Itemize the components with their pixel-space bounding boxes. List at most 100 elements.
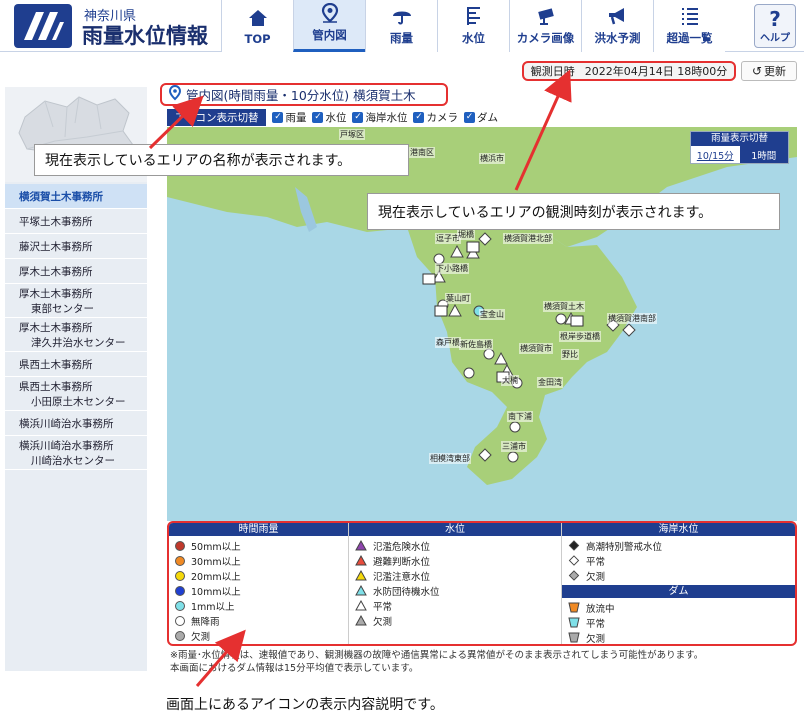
legend-row-label: 高潮特別警戒水位 (586, 541, 663, 553)
nav-exceed-list[interactable]: 超過一覧 (653, 0, 725, 52)
toggle-dam-label: ダム (476, 111, 498, 124)
main-nav: TOP 管内図 雨量 水位 カメラ画像 洪水予測 超過一覧 (221, 0, 725, 52)
nav-rain[interactable]: 雨量 (365, 0, 437, 52)
legend-row: 氾濫注意水位 (349, 568, 561, 583)
sidebar-item-office[interactable]: 厚木土木事務所 津久井治水センター (5, 318, 147, 352)
camera-marker[interactable] (570, 315, 584, 327)
nav-flood-forecast[interactable]: 洪水予測 (581, 0, 653, 52)
map-place-label: 野比 (561, 349, 579, 360)
sidebar-item-label: 小田原土木センター (31, 395, 126, 408)
observation-datetime: 2022年04月14日 18時00分 (584, 65, 728, 78)
nav-water-level-label: 水位 (462, 31, 485, 45)
water-level-marker-icon (355, 570, 367, 581)
map-place-label: 大楠 (501, 375, 519, 386)
rain-gauge-marker[interactable] (507, 451, 519, 463)
map-place-label: 横須賀土木 (543, 301, 585, 312)
app-root: 神奈川県 雨量水位情報 TOP 管内図 雨量 水位 カメラ画像 洪水予測 超過一… (0, 0, 804, 719)
sidebar-item-office[interactable]: 平塚土木事務所 (5, 209, 147, 234)
map-place-label: 横浜市 (479, 153, 505, 164)
area-title-box: 管内図(時間雨量・10分水位) 横須賀土木 (160, 83, 448, 106)
sidebar-item-office[interactable]: 横須賀土木事務所 (5, 184, 147, 209)
prefecture-logo[interactable] (14, 4, 72, 48)
rain-gauge-marker[interactable] (483, 348, 495, 360)
map-place-label: 葉山町 (445, 293, 471, 304)
map-place-label: 金田湾 (537, 377, 563, 388)
refresh-button[interactable]: ↺ 更新 (741, 61, 797, 81)
legend-row: 欠測 (562, 568, 795, 583)
sidebar-item-office[interactable]: 県西土木事務所 (5, 352, 147, 377)
nav-top[interactable]: TOP (221, 0, 293, 52)
sidebar-item-label: 川崎治水センター (31, 454, 115, 467)
map-place-label: 宝金山 (479, 309, 505, 320)
toggle-rain[interactable]: ✓ 雨量 (272, 110, 306, 125)
legend-row: 高潮特別警戒水位 (562, 538, 795, 553)
rain-marker-icon (175, 585, 185, 596)
nav-camera[interactable]: カメラ画像 (509, 0, 581, 52)
sidebar-item-office[interactable]: 県西土木事務所小田原土木センター (5, 377, 147, 411)
rain-gauge-marker[interactable] (509, 421, 521, 433)
toggle-camera-label: カメラ (426, 111, 458, 124)
legend-coast-title: 海岸水位 (562, 523, 795, 536)
callout-area-name: 現在表示しているエリアの名称が表示されます。 (34, 144, 409, 176)
observation-label: 観測日時 (530, 65, 575, 78)
notes: ※雨量･水位情報は、速報値であり、観測機器の故障や通信異常による異常値がそのまま… (170, 649, 703, 675)
legend-row: 30mm以上 (169, 553, 348, 568)
camera-marker[interactable] (422, 273, 436, 285)
toggle-coast-label: 海岸水位 (365, 111, 408, 124)
sidebar-item-office[interactable]: 厚木土木事務所 東部センター (5, 284, 147, 318)
legend-rain-title: 時間雨量 (169, 523, 348, 536)
site-title[interactable]: 雨量水位情報 (82, 20, 208, 50)
legend-row-label: 平常 (586, 556, 606, 568)
camera-marker[interactable] (466, 241, 480, 253)
map-legend: 時間雨量 50mm以上 30mm以上 20mm以上 10mm以上 1mm以上 無降雨 欠測 … (167, 521, 797, 646)
rain-gauge-marker[interactable] (555, 313, 567, 325)
legend-row: 水防団待機水位 (349, 583, 561, 598)
legend-dam-title: ダム (562, 585, 795, 598)
map-place-label: 森戸橋 (435, 337, 461, 348)
rain-option-1hour[interactable]: 1時間 (739, 146, 788, 163)
legend-row-label: 30mm以上 (191, 556, 241, 568)
sidebar-item-office[interactable]: 藤沢土木事務所 (5, 234, 147, 259)
sidebar-item-office[interactable]: 厚木土木事務所 (5, 259, 147, 284)
rain-gauge-marker[interactable] (463, 367, 475, 379)
sidebar-item-office[interactable]: 横浜川崎治水事務所川崎治水センター (5, 436, 147, 470)
sidebar-item-label: 県西土木事務所 (19, 380, 93, 393)
sidebar-item-label: 横浜川崎治水事務所 (19, 439, 114, 452)
icon-toggle-bar: アイコン表示切替 ✓ 雨量 ✓ 水位 ✓ 海岸水位 ✓ カメラ ✓ ダム (167, 108, 797, 126)
legend-row-label: 欠測 (586, 633, 606, 645)
camera-icon (535, 5, 557, 27)
nav-flood-forecast-label: 洪水予測 (594, 31, 641, 45)
list-icon (679, 5, 701, 27)
legend-row-label: 水防団待機水位 (373, 586, 440, 598)
map-place-label: 港南区 (409, 147, 435, 158)
sidebar-item-label: 厚木土木事務所 (19, 265, 93, 278)
callout-obs-time: 現在表示しているエリアの観測時刻が表示されます。 (367, 193, 780, 230)
nav-water-level[interactable]: 水位 (437, 0, 509, 52)
toggle-dam[interactable]: ✓ ダム (463, 110, 498, 125)
umbrella-icon (391, 5, 413, 27)
toggle-water[interactable]: ✓ 水位 (312, 110, 346, 125)
map-pin-icon (319, 2, 341, 24)
nav-camera-label: カメラ画像 (516, 31, 575, 45)
megaphone-icon (607, 5, 629, 27)
sidebar-item-office[interactable]: 横浜川崎治水事務所 (5, 411, 147, 436)
nav-top-label: TOP (244, 32, 271, 46)
area-map[interactable]: 戸塚区港南区横浜市栄区横須賀港北部逗子市堀橋下小路橋葉山町宝金山森戸橋横須賀土木… (167, 127, 797, 521)
map-pin-icon (168, 84, 182, 104)
toggle-coast[interactable]: ✓ 海岸水位 (352, 110, 407, 125)
icon-toggle-button[interactable]: アイコン表示切替 (167, 108, 267, 126)
camera-marker[interactable] (434, 305, 448, 317)
checkbox-checked-icon: ✓ (272, 111, 284, 123)
map-place-label: 横須賀港南部 (607, 313, 657, 324)
rain-option-10-15min[interactable]: 10/15分 (691, 146, 740, 163)
help-button[interactable]: ? ヘルプ (754, 4, 796, 48)
nav-map[interactable]: 管内図 (293, 0, 365, 52)
water-level-marker-icon (355, 540, 367, 551)
note-line-1: ※雨量･水位情報は、速報値であり、観測機器の故障や通信異常による異常値がそのまま… (170, 650, 704, 661)
toggle-camera[interactable]: ✓ カメラ (413, 110, 458, 125)
checkbox-checked-icon: ✓ (413, 111, 425, 123)
legend-row: 放流中 (562, 600, 795, 615)
legend-row: 避難判断水位 (349, 553, 561, 568)
legend-row-label: 10mm以上 (191, 586, 241, 598)
water-level-marker-icon (355, 600, 367, 611)
